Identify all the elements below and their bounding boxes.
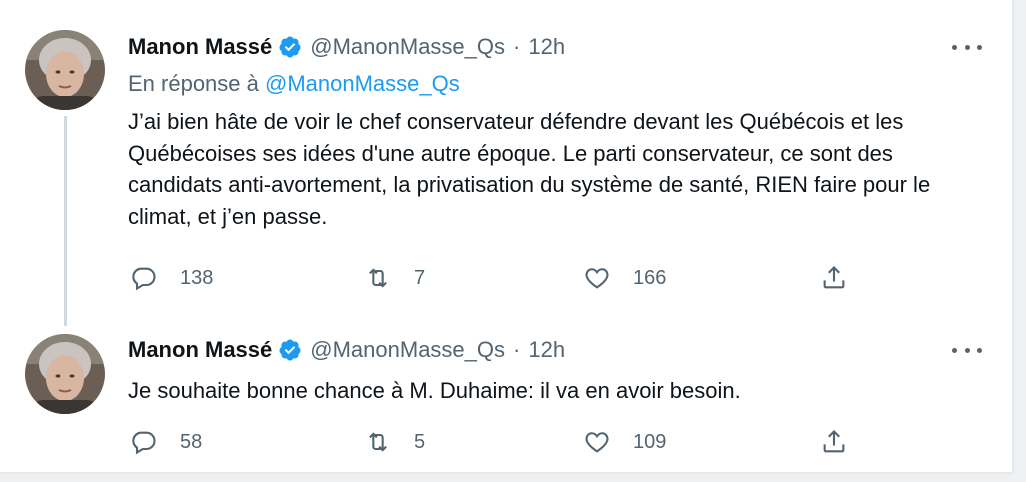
tweet-text: J’ai bien hâte de voir le chef conservat… [128, 109, 931, 229]
tweet-actions: 58 5 109 [128, 427, 868, 457]
like-button[interactable]: 166 [583, 263, 666, 293]
tweet-header: Manon Massé @ManonMasse_Qs · 12h [128, 32, 565, 62]
reply-context: En réponse à @ManonMasse_Qs [128, 71, 460, 97]
avatar[interactable] [25, 30, 105, 110]
verified-badge-icon [279, 36, 301, 58]
retweet-button[interactable]: 7 [364, 263, 425, 293]
retweet-icon [369, 432, 387, 452]
more-icon[interactable] [952, 338, 982, 362]
like-count: 109 [633, 430, 667, 453]
tweet-text: Je souhaite bonne chance à M. Duhaime: i… [128, 378, 741, 403]
like-button[interactable]: 109 [583, 427, 666, 457]
retweet-count: 7 [414, 266, 426, 289]
reply-button[interactable]: 138 [130, 263, 213, 293]
tweet[interactable]: Manon Massé @ManonMasse_Qs · 12h En répo… [0, 0, 1012, 320]
timestamp[interactable]: 12h [528, 34, 565, 60]
retweet-icon [369, 268, 387, 288]
reply-count: 58 [180, 430, 203, 453]
author-name[interactable]: Manon Massé [128, 34, 272, 60]
reply-button[interactable]: 58 [130, 427, 202, 457]
separator-dot: · [513, 337, 521, 362]
reply-icon [132, 267, 156, 291]
reply-count: 138 [180, 266, 214, 289]
timestamp[interactable]: 12h [528, 337, 565, 363]
heart-icon [585, 268, 609, 289]
reply-prefix: En réponse à [128, 71, 259, 96]
tweet[interactable]: Manon Massé @ManonMasse_Qs · 12h Je souh… [0, 320, 1012, 474]
retweet-button[interactable]: 5 [364, 427, 425, 457]
share-icon [823, 430, 845, 453]
like-count: 166 [633, 266, 667, 289]
avatar[interactable] [25, 334, 105, 414]
heart-icon [585, 432, 609, 453]
share-button[interactable] [820, 263, 848, 293]
author-handle[interactable]: @ManonMasse_Qs [310, 34, 505, 60]
more-icon[interactable] [952, 35, 982, 59]
reply-handle-link[interactable]: @ManonMasse_Qs [265, 71, 460, 96]
reply-icon [132, 431, 156, 455]
retweet-count: 5 [414, 430, 426, 453]
share-button[interactable] [820, 427, 848, 457]
author-handle[interactable]: @ManonMasse_Qs [310, 337, 505, 363]
verified-badge-icon [279, 339, 301, 361]
share-icon [823, 266, 845, 289]
tweet-actions: 138 7 166 [128, 263, 868, 293]
separator-dot: · [513, 34, 521, 59]
author-name[interactable]: Manon Massé [128, 337, 272, 363]
tweet-header: Manon Massé @ManonMasse_Qs · 12h [128, 335, 565, 365]
thread-card: Manon Massé @ManonMasse_Qs · 12h En répo… [0, 0, 1014, 474]
